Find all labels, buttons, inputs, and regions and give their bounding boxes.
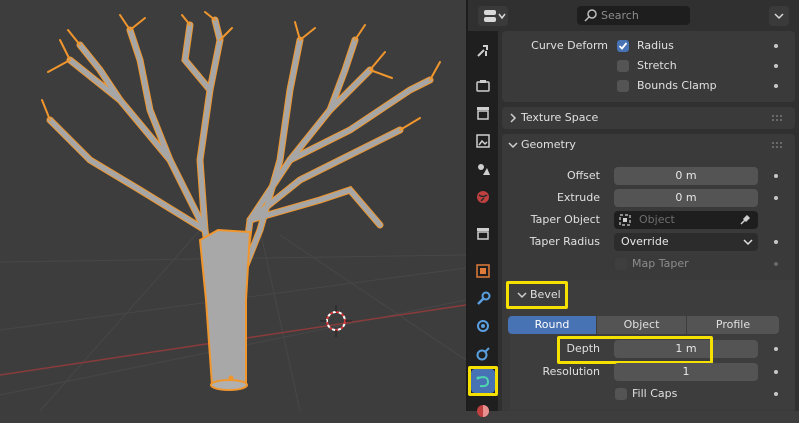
geometry-title: Geometry	[521, 138, 576, 151]
drag-handle-icon[interactable]	[772, 142, 784, 148]
offset-label: Offset	[566, 169, 600, 182]
tab-particles[interactable]	[471, 314, 495, 338]
search-field[interactable]: Search	[577, 6, 690, 25]
geometry-panel-header[interactable]: Geometry	[502, 134, 795, 156]
check-icon	[618, 42, 628, 50]
highlight-curve-data-tab	[468, 366, 498, 396]
bounds-clamp-label: Bounds Clamp	[637, 79, 717, 92]
render-icon	[476, 80, 490, 92]
properties-tabs	[468, 31, 498, 417]
tree-mesh	[41, 11, 441, 391]
keyframe-dot[interactable]	[774, 370, 778, 374]
physics-icon	[476, 347, 490, 361]
scene-icon	[478, 164, 490, 175]
taper-radius-value: Override	[621, 235, 669, 248]
output-icon	[477, 107, 489, 120]
properties-content: Curve Deform Radius Stretch Bounds Clamp…	[498, 31, 799, 411]
texture-space-panel-header[interactable]: Texture Space	[502, 107, 795, 129]
keyframe-dot[interactable]	[774, 240, 778, 244]
highlight-depth	[557, 336, 713, 364]
3d-cursor	[320, 305, 352, 337]
chevron-down-icon	[743, 239, 753, 246]
keyframe-dot[interactable]	[774, 84, 778, 88]
tab-material[interactable]	[471, 399, 495, 423]
fill-caps-checkbox[interactable]	[615, 388, 627, 400]
modifier-icon	[477, 291, 491, 305]
keyframe-dot[interactable]	[774, 262, 778, 266]
properties-editor-icon	[484, 10, 506, 22]
keyframe-dot[interactable]	[774, 196, 778, 200]
tool-icon	[477, 45, 488, 57]
resolution-field[interactable]: 1	[614, 363, 758, 381]
world-icon	[477, 191, 489, 203]
fill-caps-label: Fill Caps	[632, 387, 678, 400]
keyframe-dot[interactable]	[774, 347, 778, 351]
collection-icon	[477, 228, 489, 240]
map-taper-checkbox[interactable]	[615, 258, 627, 270]
view-layer-icon	[476, 134, 490, 148]
material-icon	[477, 405, 489, 417]
keyframe-dot[interactable]	[774, 64, 778, 68]
bevel-subpanel: Bevel Round Object Profile Depth 1 m Res…	[506, 280, 795, 410]
stretch-label: Stretch	[637, 59, 677, 72]
3d-viewport[interactable]	[0, 0, 466, 411]
tab-scene[interactable]	[471, 157, 495, 181]
keyframe-dot[interactable]	[774, 44, 778, 48]
stretch-checkbox[interactable]	[617, 60, 629, 72]
eyedropper-icon[interactable]	[739, 214, 751, 226]
taper-object-placeholder: Object	[639, 213, 675, 226]
keyframe-dot[interactable]	[774, 392, 778, 396]
chevron-down-icon	[508, 142, 518, 149]
object-origin	[228, 375, 234, 381]
object-icon	[619, 214, 631, 226]
chevron-right-icon	[510, 113, 517, 123]
geometry-panel: Geometry Offset 0 m Extrude 0 m Taper Ob…	[502, 134, 795, 411]
search-placeholder: Search	[601, 9, 639, 22]
bevel-mode-object[interactable]: Object	[597, 316, 686, 334]
taper-radius-label: Taper Radius	[529, 235, 600, 248]
offset-field[interactable]: 0 m	[614, 167, 758, 185]
tab-view-layer[interactable]	[471, 129, 495, 153]
extrude-label: Extrude	[556, 191, 600, 204]
radius-label: Radius	[637, 39, 674, 52]
properties-editor: Search Curve Deform Radius Stretch Bound…	[468, 0, 799, 417]
editor-type-dropdown[interactable]	[478, 6, 508, 26]
chevron-down-icon	[774, 13, 784, 20]
highlight-bevel-header	[506, 281, 568, 309]
drag-handle-icon[interactable]	[772, 115, 784, 121]
bounds-clamp-checkbox[interactable]	[617, 80, 629, 92]
tab-modifier[interactable]	[471, 287, 495, 311]
tab-render[interactable]	[471, 74, 495, 98]
tab-tool[interactable]	[471, 39, 495, 63]
particles-icon	[477, 320, 489, 332]
taper-object-field[interactable]: Object	[614, 211, 758, 229]
options-dropdown[interactable]	[769, 6, 789, 26]
tab-collection[interactable]	[471, 221, 495, 245]
viewport-scene	[0, 11, 466, 411]
bevel-mode-profile[interactable]: Profile	[687, 316, 779, 334]
taper-radius-dropdown[interactable]: Override	[614, 233, 758, 251]
radius-checkbox[interactable]	[617, 40, 629, 52]
tab-world[interactable]	[471, 185, 495, 209]
search-icon	[584, 9, 597, 22]
map-taper-label: Map Taper	[632, 257, 689, 270]
object-icon	[476, 264, 490, 278]
properties-header: Search	[468, 0, 799, 31]
tab-object[interactable]	[471, 259, 495, 283]
curve-deform-panel: Curve Deform Radius Stretch Bounds Clamp	[502, 31, 795, 102]
tab-output[interactable]	[471, 101, 495, 125]
resolution-label: Resolution	[542, 365, 600, 378]
tab-physics[interactable]	[471, 342, 495, 366]
bevel-mode-round[interactable]: Round	[508, 316, 596, 334]
taper-object-label: Taper Object	[530, 213, 600, 226]
texture-space-title: Texture Space	[521, 111, 599, 124]
curve-deform-label: Curve Deform	[531, 39, 608, 52]
extrude-field[interactable]: 0 m	[614, 189, 758, 207]
keyframe-dot[interactable]	[774, 174, 778, 178]
